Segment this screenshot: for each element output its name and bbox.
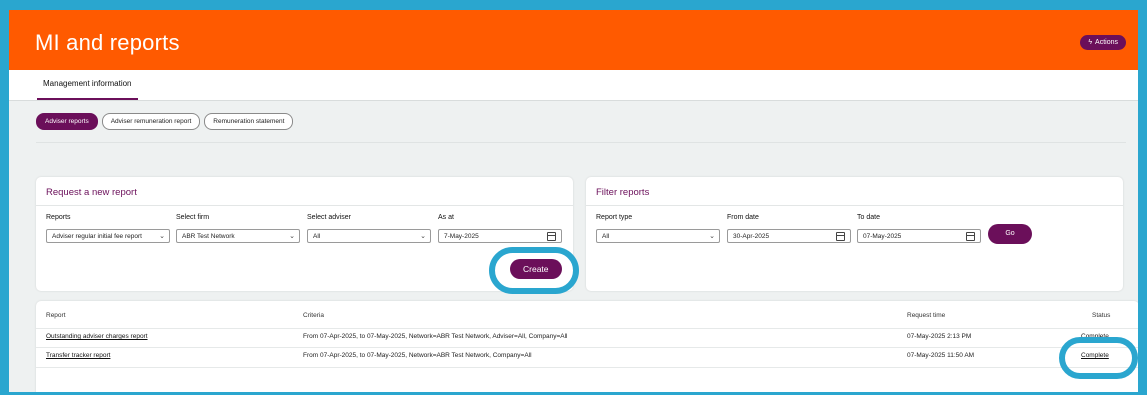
adviser-select[interactable]: All ⌄ [307,229,431,243]
subtab-adviser-remuneration-report[interactable]: Adviser remuneration report [101,113,201,130]
status-highlight-ring [1059,337,1138,379]
chevron-down-icon: ⌄ [420,233,426,240]
chevron-down-icon: ⌄ [289,233,295,240]
chevron-down-icon: ⌄ [709,233,715,240]
card-divider [36,205,573,206]
request-time-cell: 07-May-2025 2:13 PM [907,333,972,340]
firm-label: Select firm [176,214,210,221]
report-subtabs: Adviser reports Adviser remuneration rep… [36,113,294,130]
divider [36,142,1126,143]
criteria-cell: From 07-Apr-2025, to 07-May-2025, Networ… [303,333,568,340]
from-date-label: From date [727,214,759,221]
adviser-select-value: All [313,233,321,240]
request-time-cell: 07-May-2025 11:50 AM [907,352,975,359]
row-divider [36,347,1138,348]
report-type-label: Report type [596,214,633,221]
firm-select[interactable]: ABR Test Network ⌄ [176,229,300,243]
app-window: MI and reports ϟ Actions Management info… [9,10,1138,392]
request-card-title: Request a new report [46,187,137,198]
subtab-remuneration-statement[interactable]: Remuneration statement [204,113,294,130]
calendar-icon[interactable] [966,232,975,241]
reports-select-value: Adviser regular initial fee report [52,233,142,240]
create-highlight-ring [489,247,579,294]
tab-bar: Management information [9,70,1138,101]
chevron-down-icon: ⌄ [159,233,165,240]
column-header-status: Status [1092,312,1111,319]
screenshot-frame: MI and reports ϟ Actions Management info… [0,0,1147,395]
adviser-label: Select adviser [307,214,351,221]
page-header: MI and reports ϟ Actions [9,10,1138,70]
actions-button[interactable]: ϟ Actions [1080,35,1126,50]
from-date-value: 30-Apr-2025 [733,233,770,240]
calendar-icon[interactable] [836,232,845,241]
firm-select-value: ABR Test Network [182,233,235,240]
row-divider [36,328,1138,329]
as-at-label: As at [438,214,454,221]
lightning-icon: ϟ [1088,39,1093,46]
criteria-cell: From 07-Apr-2025, to 07-May-2025, Networ… [303,352,532,359]
page-title: MI and reports [35,30,180,55]
go-button[interactable]: Go [988,224,1032,244]
report-type-value: All [602,233,610,240]
from-date-input[interactable]: 30-Apr-2025 [727,229,851,243]
to-date-input[interactable]: 07-May-2025 [857,229,981,243]
row-divider [36,367,1138,368]
as-at-date-value: 7-May-2025 [444,233,479,240]
report-type-select[interactable]: All ⌄ [596,229,720,243]
column-header-criteria: Criteria [303,312,324,319]
filter-reports-card: Filter reports Report type All ⌄ From da… [586,177,1123,291]
filter-card-title: Filter reports [596,187,650,198]
card-divider [586,205,1123,206]
reports-label: Reports [46,214,71,221]
tab-management-information[interactable]: Management information [37,70,138,100]
subtab-adviser-reports[interactable]: Adviser reports [36,113,98,130]
report-link[interactable]: Transfer tracker report [46,352,110,359]
to-date-value: 07-May-2025 [863,233,902,240]
report-link[interactable]: Outstanding adviser charges report [46,333,148,340]
column-header-request-time: Request time [907,312,946,319]
as-at-date-input[interactable]: 7-May-2025 [438,229,562,243]
column-header-report: Report [46,312,66,319]
actions-label: Actions [1095,39,1118,46]
reports-select[interactable]: Adviser regular initial fee report ⌄ [46,229,170,243]
to-date-label: To date [857,214,880,221]
calendar-icon[interactable] [547,232,556,241]
